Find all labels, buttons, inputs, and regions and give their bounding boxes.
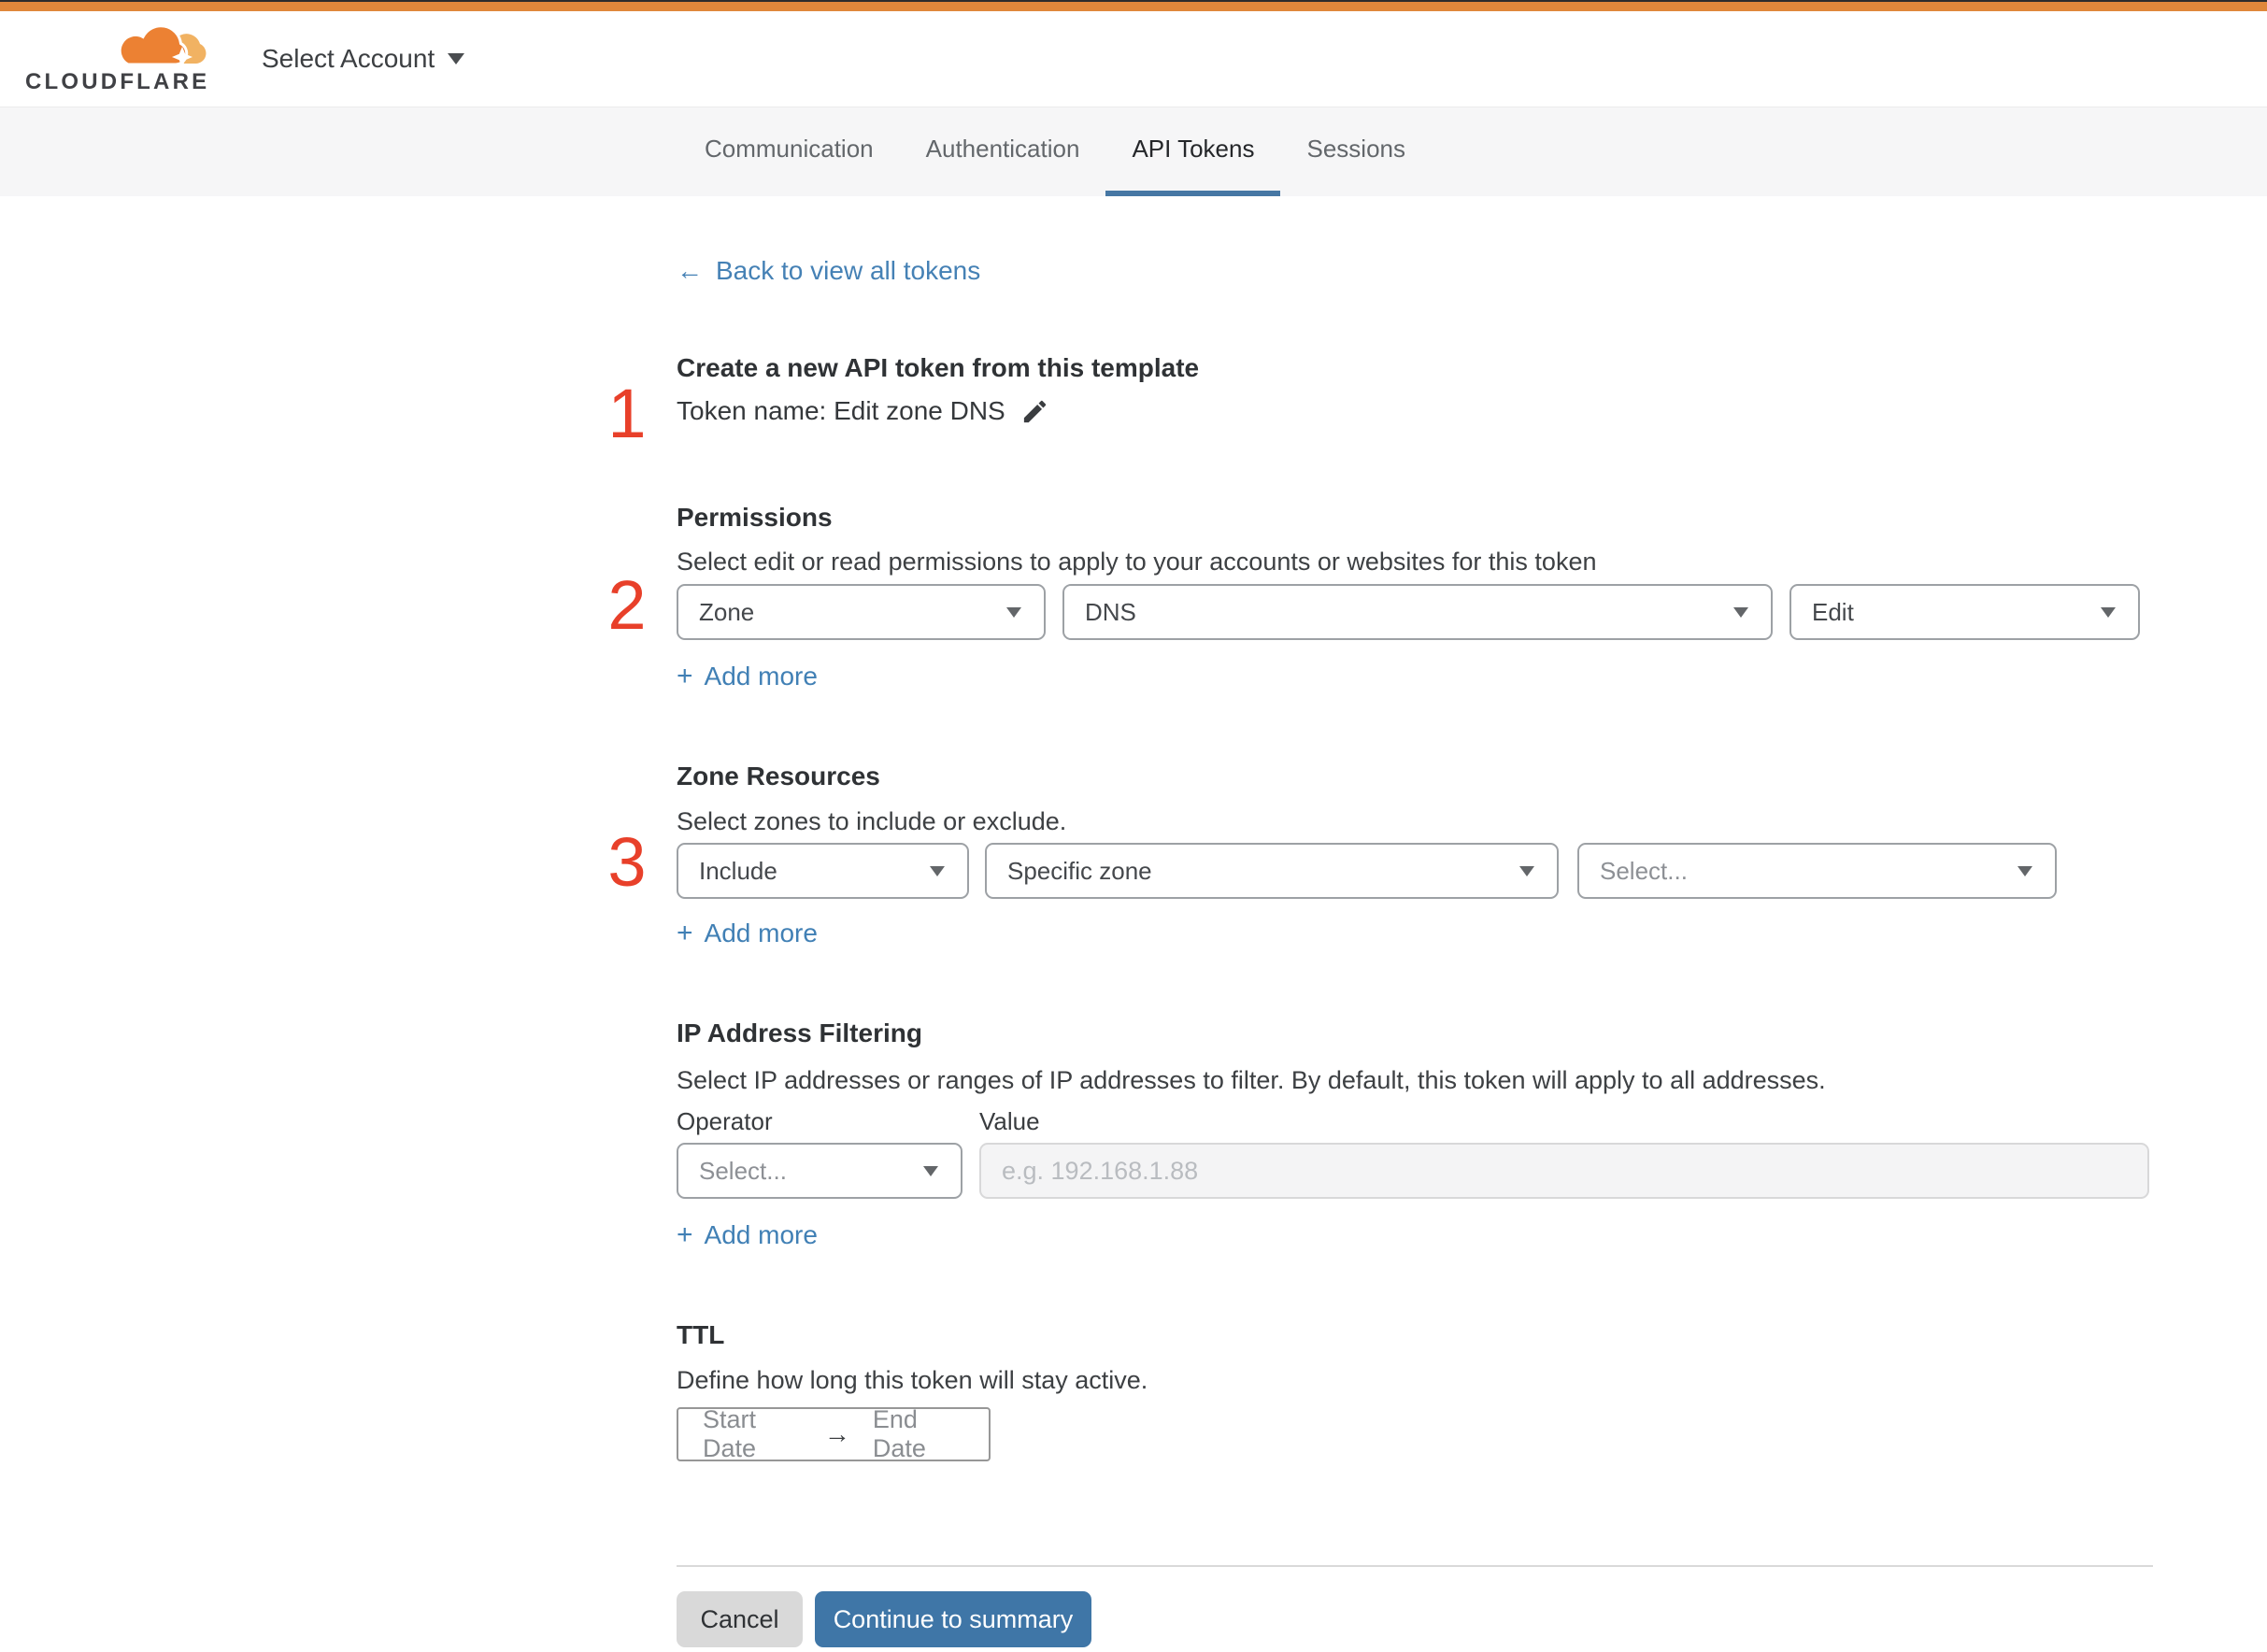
permissions-description: Select edit or read permissions to apply… (677, 548, 1597, 576)
chevron-down-icon (1733, 607, 1748, 618)
plus-icon: + (677, 1219, 693, 1250)
ip-filtering-description: Select IP addresses or ranges of IP addr… (677, 1066, 1826, 1094)
account-selector-label: Select Account (262, 44, 435, 73)
ip-operator-placeholder: Select... (699, 1156, 787, 1185)
account-selector[interactable]: Select Account (262, 11, 465, 107)
permission-resource-value: DNS (1085, 597, 1136, 626)
ip-value-input[interactable] (979, 1143, 2149, 1199)
ip-filtering-add-more-link[interactable]: + Add more (677, 1220, 818, 1250)
token-name-label: Token name: Edit zone DNS (677, 396, 1005, 425)
tab-authentication[interactable]: Authentication (900, 107, 1106, 196)
chevron-down-icon (448, 53, 465, 64)
step-2-number: 2 (607, 566, 647, 644)
zone-resources-title: Zone Resources (677, 762, 880, 790)
zone-select[interactable]: Select... (1577, 843, 2057, 899)
permission-scope-select[interactable]: Zone (677, 584, 1046, 640)
chevron-down-icon (2101, 607, 2116, 618)
ip-filtering-title: IP Address Filtering (677, 1018, 922, 1047)
footer-divider (677, 1565, 2153, 1567)
tab-communication[interactable]: Communication (678, 107, 900, 196)
back-link-label: Back to view all tokens (716, 256, 981, 285)
zone-select-placeholder: Select... (1600, 856, 1688, 885)
permission-scope-value: Zone (699, 597, 755, 626)
zone-operator-value: Include (699, 856, 777, 885)
add-more-label: Add more (704, 919, 818, 947)
token-name-row: Token name: Edit zone DNS (677, 396, 1049, 426)
zone-scope-type-select[interactable]: Specific zone (985, 843, 1559, 899)
permissions-add-more-link[interactable]: + Add more (677, 662, 818, 691)
ttl-date-range-picker[interactable]: Start Date → End Date (677, 1405, 991, 1462)
permission-resource-select[interactable]: DNS (1062, 584, 1773, 640)
chevron-down-icon (2017, 866, 2032, 876)
continue-to-summary-button[interactable]: Continue to summary (815, 1591, 1091, 1647)
back-arrow-icon: ← (677, 256, 703, 285)
tab-bar: Communication Authentication API Tokens … (0, 107, 2267, 196)
cloudflare-cloud-icon (118, 24, 207, 67)
step-3-number: 3 (607, 823, 647, 901)
zone-scope-type-value: Specific zone (1007, 856, 1152, 885)
plus-icon: + (677, 918, 693, 948)
add-more-label: Add more (704, 662, 818, 691)
value-label: Value (979, 1107, 1040, 1135)
permissions-title: Permissions (677, 503, 833, 532)
ttl-description: Define how long this token will stay act… (677, 1366, 1148, 1394)
brand-wordmark: CLOUDFLARE (25, 69, 210, 94)
chevron-down-icon (1519, 866, 1534, 876)
arrow-right-icon: → (823, 1419, 850, 1448)
ip-operator-select[interactable]: Select... (677, 1143, 962, 1199)
brand-accent-bar (0, 2, 2267, 11)
tab-api-tokens[interactable]: API Tokens (1105, 107, 1281, 196)
cloudflare-logo: CLOUDFLARE (25, 22, 212, 95)
zone-resources-add-more-link[interactable]: + Add more (677, 919, 818, 948)
edit-pencil-icon[interactable] (1020, 397, 1049, 426)
zone-operator-select[interactable]: Include (677, 843, 969, 899)
chevron-down-icon (930, 866, 945, 876)
token-template-form: ← Back to view all tokens 1 Create a new… (607, 196, 2153, 1652)
ttl-title: TTL (677, 1320, 725, 1349)
add-more-label: Add more (704, 1220, 818, 1249)
permission-access-select[interactable]: Edit (1789, 584, 2140, 640)
page-title: Create a new API token from this templat… (677, 353, 1200, 382)
back-link[interactable]: ← Back to view all tokens (677, 256, 980, 286)
plus-icon: + (677, 661, 693, 691)
start-date-label: Start Date (703, 1405, 757, 1462)
chevron-down-icon (923, 1166, 938, 1176)
step-1-number: 1 (607, 375, 647, 452)
header: CLOUDFLARE Select Account (0, 11, 2267, 107)
operator-label: Operator (677, 1107, 773, 1135)
zone-resources-description: Select zones to include or exclude. (677, 807, 1067, 835)
permission-access-value: Edit (1812, 597, 1854, 626)
chevron-down-icon (1006, 607, 1021, 618)
tab-sessions[interactable]: Sessions (1280, 107, 1432, 196)
cancel-button[interactable]: Cancel (677, 1591, 803, 1647)
end-date-label: End Date (872, 1405, 926, 1462)
